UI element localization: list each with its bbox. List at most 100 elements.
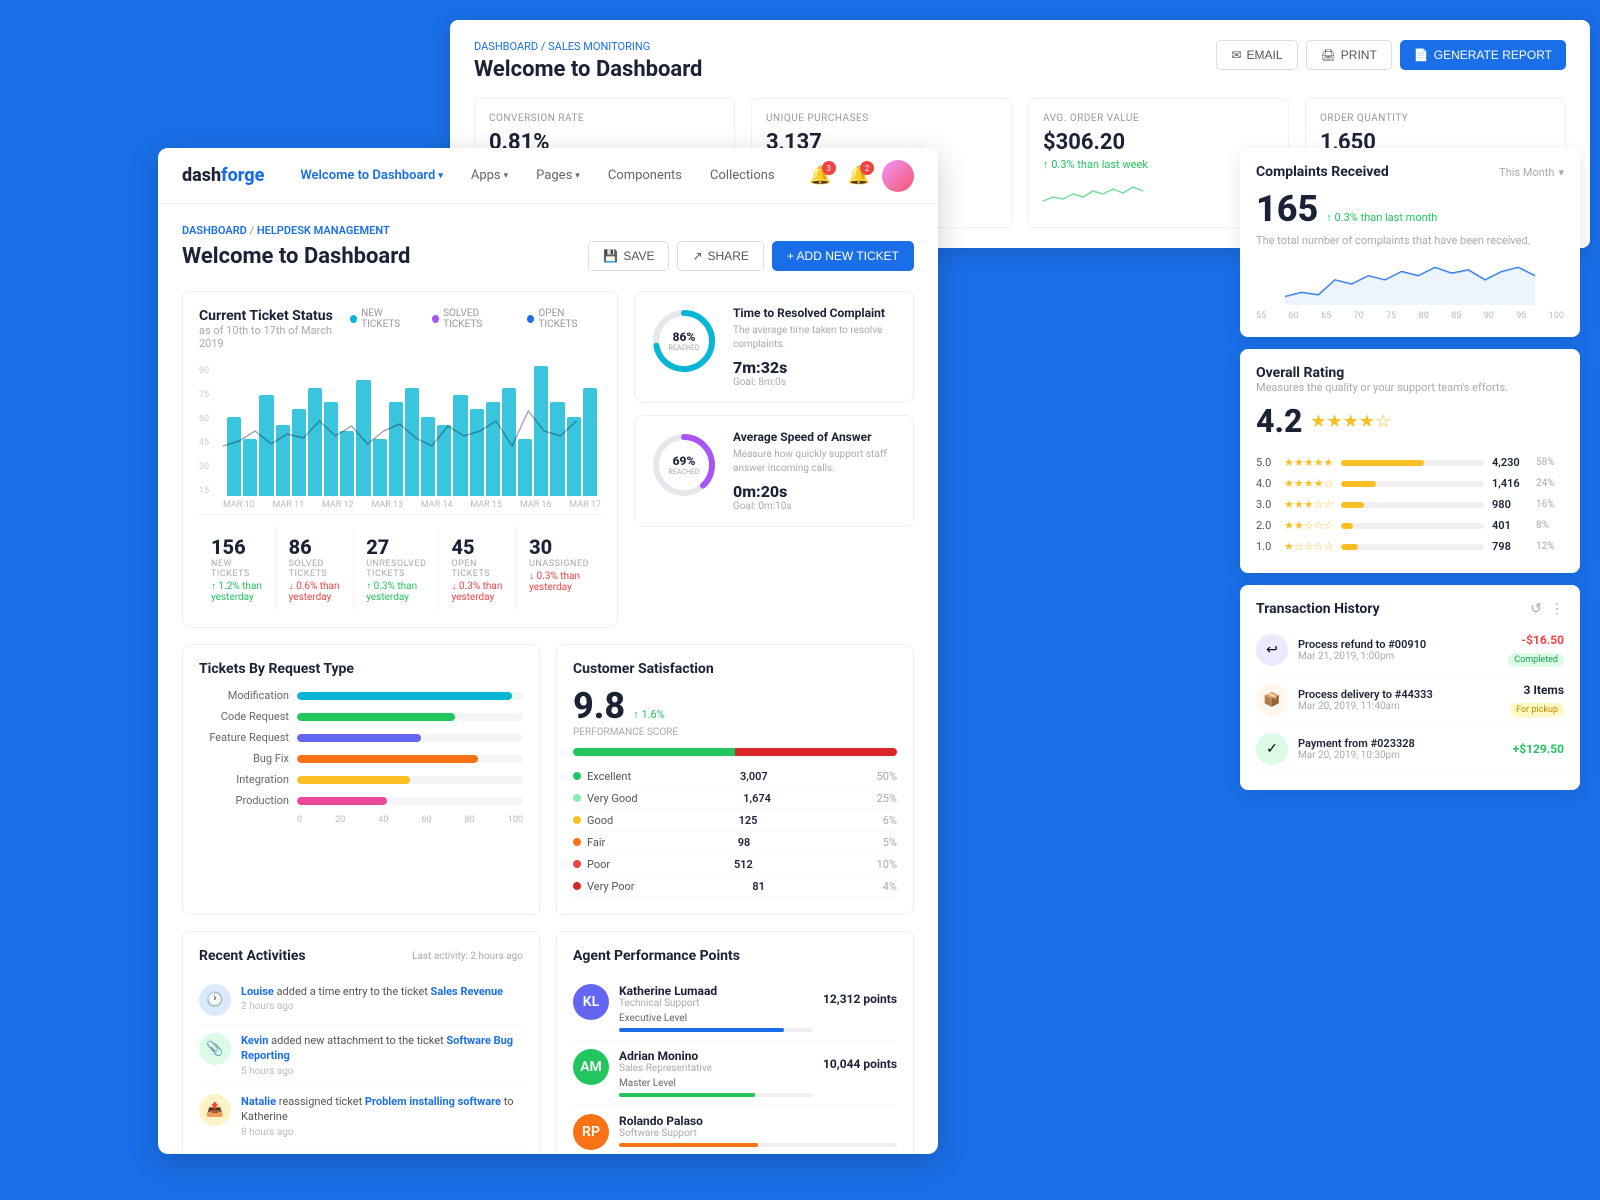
- bar-row: Integration: [199, 773, 523, 786]
- complaints-card: Complaints Received This Month ▾ 165 ↑ 0…: [1240, 148, 1580, 337]
- chart-label: MAR 13: [371, 500, 403, 510]
- txn-amount: 3 Items: [1510, 683, 1564, 697]
- time-resolve-gauge: 86% REACHED: [649, 306, 719, 376]
- right-panel: Complaints Received This Month ▾ 165 ↑ 0…: [1240, 148, 1580, 790]
- activity-item: 📎 Kevin added new attachment to the tick…: [199, 1025, 523, 1086]
- agent-item: RP Rolando Palaso Software Support: [573, 1106, 897, 1154]
- complaints-desc: The total number of complaints that have…: [1256, 234, 1564, 247]
- stat-unresolved: 27 UNRESOLVED TICKETS ↑ 0.3% than yester…: [354, 527, 439, 611]
- bar-label: Code Request: [199, 710, 289, 723]
- share-icon: ↗: [692, 249, 702, 263]
- cs-row: Very Good 1,674 25%: [573, 788, 897, 810]
- rating-row: 1.0 ★☆☆☆☆ 798 12%: [1256, 536, 1564, 557]
- add-ticket-button[interactable]: + ADD NEW TICKET: [772, 241, 914, 271]
- legend-open: OPEN TICKETS: [527, 308, 601, 330]
- request-type-card: Tickets By Request Type Modification Cod…: [182, 644, 540, 915]
- complaints-period[interactable]: This Month ▾: [1499, 166, 1564, 179]
- report-icon: 📄: [1414, 48, 1429, 62]
- nav-dashboard[interactable]: Welcome to Dashboard ▾: [288, 162, 455, 189]
- refresh-icon[interactable]: ↺: [1530, 601, 1542, 617]
- cs-row: Poor 512 10%: [573, 854, 897, 876]
- bar-row: Modification: [199, 689, 523, 702]
- txn-item: ✓ Payment from #023328 Mar 20, 2019, 10:…: [1256, 725, 1564, 774]
- nav-collections[interactable]: Collections: [698, 162, 787, 189]
- bottom-section-2: Recent Activities Last activity: 2 hours…: [182, 931, 914, 1154]
- avg-speed-card: 69% REACHED Average Speed of Answer Meas…: [634, 415, 914, 527]
- chevron-down-icon: ▾: [438, 171, 443, 181]
- save-icon: 💾: [603, 249, 618, 263]
- txn-item: 📦 Process delivery to #44333 Mar 20, 201…: [1256, 675, 1564, 725]
- bottom-section: Tickets By Request Type Modification Cod…: [182, 644, 914, 915]
- avg-speed-gauge: 69% REACHED: [649, 430, 719, 500]
- stat-new-tickets: 156 NEW TICKETS ↑ 1.2% than yesterday: [199, 527, 277, 611]
- txn-status: For pickup: [1510, 703, 1564, 717]
- agent-avatar: AM: [573, 1049, 609, 1085]
- more-icon[interactable]: ⋮: [1550, 601, 1564, 617]
- gauge-column: 86% REACHED Time to Resolved Complaint T…: [634, 291, 914, 628]
- bar-row: Bug Fix: [199, 752, 523, 765]
- chart-label: MAR 16: [520, 500, 552, 510]
- bar-label: Bug Fix: [199, 752, 289, 765]
- main-two-col: Current Ticket Status as of 10th to 17th…: [182, 291, 914, 628]
- chart-label: MAR 11: [272, 500, 304, 510]
- activity-item: 📤 Natalie reassigned ticket Problem inst…: [199, 1086, 523, 1147]
- nav-logo: dashforge: [182, 165, 264, 186]
- cs-rows: Excellent 3,007 50% Very Good 1,674 25% …: [573, 766, 897, 898]
- bar-label: Integration: [199, 773, 289, 786]
- stat-open: 45 OPEN TICKETS ↓ 0.3% than yesterday: [439, 527, 517, 611]
- cs-change: ↑ 1.6%: [633, 708, 665, 721]
- customer-satisfaction-card: Customer Satisfaction 9.8 ↑ 1.6% PERFORM…: [556, 644, 914, 915]
- recent-activities-card: Recent Activities Last activity: 2 hours…: [182, 931, 540, 1154]
- main-dashboard: dashforge Welcome to Dashboard ▾ Apps ▾ …: [158, 148, 938, 1154]
- axis-labels: 020406080100: [199, 815, 523, 825]
- txn-title: Transaction History: [1256, 601, 1380, 617]
- rating-desc: Measures the quality or your support tea…: [1256, 381, 1564, 394]
- overall-rating-card: Overall Rating Measures the quality or y…: [1240, 349, 1580, 573]
- txn-amount: -$16.50: [1508, 633, 1564, 647]
- chart-label: MAR 10: [223, 500, 255, 510]
- payment-icon: ✓: [1256, 733, 1288, 765]
- legend-new: NEW TICKETS: [350, 308, 420, 330]
- activities-title: Recent Activities: [199, 948, 306, 964]
- email-button[interactable]: ✉ EMAIL: [1216, 40, 1297, 70]
- activity-item: 💳 Katherine submitted new ticket Payment: [199, 1147, 523, 1154]
- cs-row: Very Poor 81 4%: [573, 876, 897, 898]
- share-button[interactable]: ↗ SHARE: [677, 241, 763, 271]
- notification-bell-icon[interactable]: 🔔 3: [809, 165, 831, 186]
- agent-avatar: KL: [573, 984, 609, 1020]
- nav-components[interactable]: Components: [596, 162, 694, 189]
- complaints-count: 165: [1256, 188, 1318, 230]
- complaints-chart: [1256, 255, 1564, 305]
- bar-label: Production: [199, 794, 289, 807]
- chevron-down-icon: ▾: [1558, 166, 1564, 179]
- alert-badge: 2: [860, 161, 874, 175]
- bar-label: Modification: [199, 689, 289, 702]
- print-icon: 🖨: [1321, 48, 1336, 62]
- delivery-icon: 📦: [1256, 684, 1288, 716]
- ticket-chart-title: Current Ticket Status: [199, 308, 350, 324]
- save-button[interactable]: 💾 SAVE: [588, 241, 669, 271]
- rating-stars: ★★★★☆: [1310, 411, 1391, 432]
- stat-row: 156 NEW TICKETS ↑ 1.2% than yesterday 86…: [199, 514, 601, 611]
- stat-solved-tickets: 86 SOLVED TICKETS ↓ 0.6% than yesterday: [277, 527, 355, 611]
- bar-label: Feature Request: [199, 731, 289, 744]
- nav-apps[interactable]: Apps ▾: [459, 162, 520, 189]
- notification-alert-icon[interactable]: 🔔 2: [848, 165, 870, 186]
- complaints-change: ↑ 0.3% than last month: [1326, 211, 1437, 224]
- txn-status: Completed: [1508, 653, 1564, 667]
- request-type-title: Tickets By Request Type: [199, 661, 523, 677]
- dashboard-title: Welcome to Dashboard: [182, 244, 410, 269]
- cs-title: Customer Satisfaction: [573, 661, 897, 677]
- agent-title: Agent Performance Points: [573, 948, 897, 964]
- txn-amount: +$129.50: [1513, 742, 1564, 756]
- rating-score: 4.2: [1256, 402, 1302, 440]
- user-avatar[interactable]: [882, 160, 914, 192]
- cs-row: Excellent 3,007 50%: [573, 766, 897, 788]
- nav-pages[interactable]: Pages ▾: [524, 162, 592, 189]
- cs-gradient-bar: [573, 748, 897, 756]
- ticket-chart-card: Current Ticket Status as of 10th to 17th…: [182, 291, 618, 628]
- generate-report-button[interactable]: 📄 GENERATE REPORT: [1400, 40, 1566, 70]
- agent-item: KL Katherine Lumaad Technical Support Ex…: [573, 976, 897, 1041]
- print-button[interactable]: 🖨 PRINT: [1306, 40, 1392, 70]
- rating-row: 5.0 ★★★★★ 4,230 58%: [1256, 452, 1564, 473]
